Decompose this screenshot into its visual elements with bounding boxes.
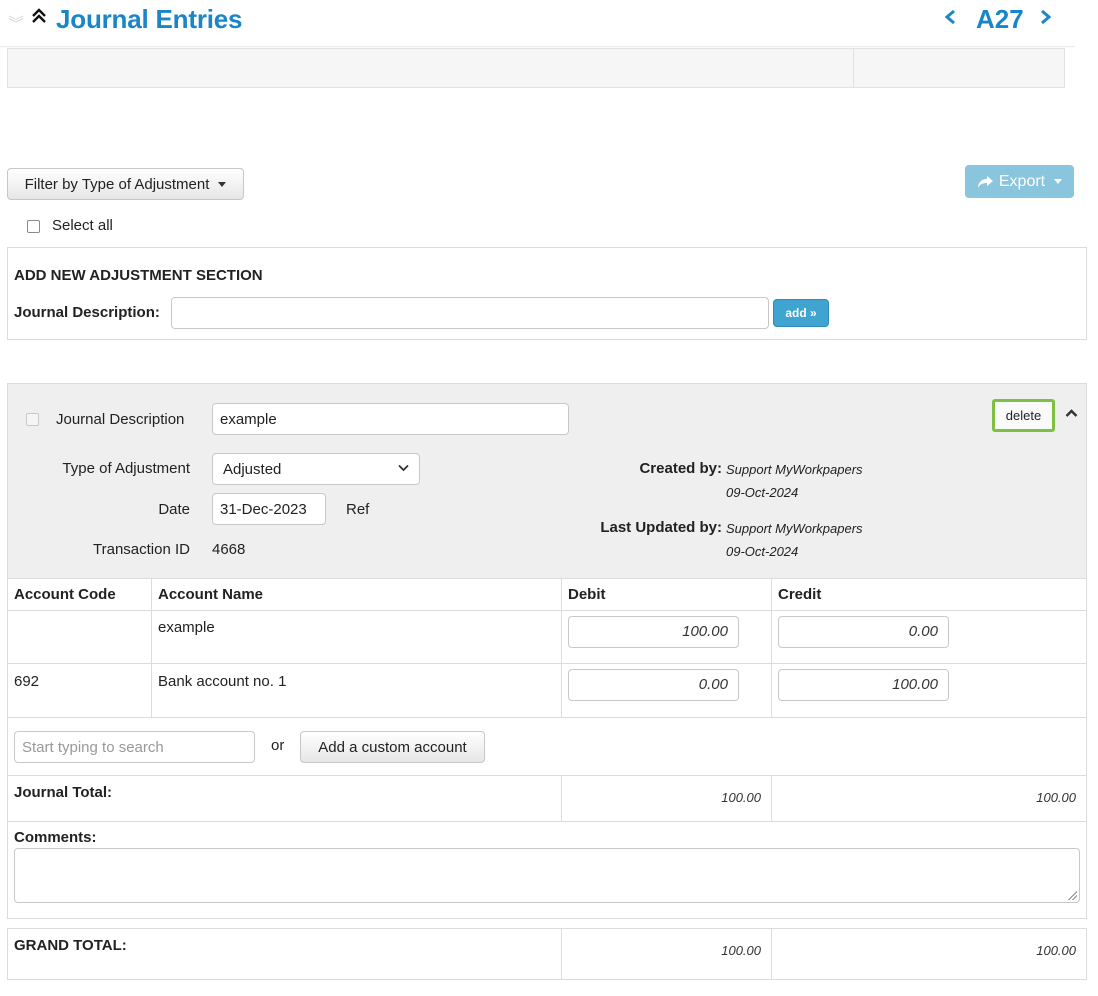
export-label: Export bbox=[998, 172, 1046, 190]
row-account-name: example bbox=[158, 619, 215, 636]
table-border bbox=[771, 929, 772, 979]
table-border bbox=[561, 775, 562, 821]
double-chevron-up-icon[interactable] bbox=[31, 6, 47, 29]
chevron-down-icon bbox=[398, 463, 409, 475]
grand-total-section bbox=[7, 928, 1087, 980]
type-of-adjustment-value: Adjusted bbox=[223, 460, 282, 478]
filter-type-label: Filter by Type of Adjustment bbox=[24, 175, 210, 193]
credit-input[interactable]: 0.00 bbox=[778, 616, 949, 648]
date-label: Date bbox=[158, 501, 190, 518]
add-custom-account-button[interactable]: Add a custom account bbox=[300, 731, 485, 763]
debit-input[interactable]: 100.00 bbox=[568, 616, 739, 648]
journal-description-label: Journal Description bbox=[56, 411, 185, 428]
table-border bbox=[771, 775, 772, 821]
or-label: or bbox=[271, 737, 285, 754]
row-account-code: 692 bbox=[14, 673, 40, 690]
column-header-account-code: Account Code bbox=[14, 586, 116, 603]
page-title: Journal Entries bbox=[56, 4, 243, 34]
add-section-heading: ADD NEW ADJUSTMENT SECTION bbox=[14, 267, 263, 284]
export-button[interactable]: Export bbox=[965, 165, 1074, 198]
journal-description-label: Journal Description: bbox=[14, 304, 160, 321]
comments-textarea[interactable] bbox=[14, 848, 1080, 903]
created-date: 09-Oct-2024 bbox=[726, 485, 799, 500]
transaction-id-label: Transaction ID bbox=[93, 541, 190, 558]
type-of-adjustment-select[interactable]: Adjusted bbox=[212, 453, 420, 485]
created-by-user: Support MyWorkpapers bbox=[726, 462, 863, 477]
chevron-left-icon[interactable] bbox=[944, 6, 956, 35]
share-icon bbox=[977, 175, 994, 189]
ref-label: Ref bbox=[346, 501, 370, 518]
journal-total-credit: 100.00 bbox=[1036, 790, 1076, 805]
account-search-input[interactable]: Start typing to search bbox=[14, 731, 255, 763]
last-updated-user: Support MyWorkpapers bbox=[726, 521, 863, 536]
column-header-credit: Credit bbox=[778, 586, 822, 603]
journal-total-label: Journal Total: bbox=[14, 784, 113, 801]
journal-select-checkbox[interactable] bbox=[26, 413, 39, 426]
table-border bbox=[561, 929, 562, 979]
filter-type-dropdown[interactable]: Filter by Type of Adjustment bbox=[7, 168, 244, 200]
type-of-adjustment-label: Type of Adjustment bbox=[62, 460, 190, 477]
add-button[interactable]: add » bbox=[773, 299, 829, 327]
select-all-label: Select all bbox=[52, 217, 113, 234]
table-border bbox=[8, 821, 1086, 822]
grand-total-label: GRAND TOTAL: bbox=[14, 937, 127, 954]
table-border bbox=[8, 775, 1086, 776]
new-journal-description-input[interactable] bbox=[171, 297, 769, 329]
info-panel bbox=[7, 48, 1065, 88]
table-border bbox=[8, 663, 1086, 664]
column-header-account-name: Account Name bbox=[158, 586, 264, 603]
journal-total-debit: 100.00 bbox=[721, 790, 761, 805]
created-by-label: Created by: bbox=[639, 460, 722, 477]
resize-handle-icon[interactable] bbox=[1067, 890, 1077, 900]
caret-down-icon bbox=[1054, 179, 1063, 184]
last-updated-by-label: Last Updated by: bbox=[600, 519, 722, 536]
table-border bbox=[771, 578, 772, 717]
grand-total-credit: 100.00 bbox=[1036, 943, 1076, 958]
debit-input[interactable]: 0.00 bbox=[568, 669, 739, 701]
table-border bbox=[561, 578, 562, 717]
chevron-up-icon[interactable] bbox=[1065, 405, 1078, 421]
comments-label: Comments: bbox=[14, 829, 97, 846]
workpaper-code: A27 bbox=[976, 4, 1024, 34]
transaction-id-value: 4668 bbox=[212, 541, 246, 558]
table-border bbox=[151, 578, 152, 717]
table-border bbox=[8, 610, 1086, 611]
date-input[interactable]: 31-Dec-2023 bbox=[212, 493, 326, 525]
delete-button[interactable]: delete bbox=[992, 399, 1055, 432]
double-chevron-down-icon[interactable]: ︾ bbox=[8, 10, 24, 34]
credit-input[interactable]: 100.00 bbox=[778, 669, 949, 701]
grand-total-debit: 100.00 bbox=[721, 943, 761, 958]
caret-down-icon bbox=[218, 181, 227, 187]
table-border bbox=[8, 717, 1086, 718]
info-panel-divider bbox=[853, 48, 854, 88]
column-header-debit: Debit bbox=[568, 586, 606, 603]
journal-description-input[interactable]: example bbox=[212, 403, 569, 435]
table-border bbox=[8, 578, 1086, 579]
select-all-checkbox[interactable] bbox=[27, 220, 40, 233]
chevron-right-icon[interactable] bbox=[1040, 6, 1052, 35]
row-account-name: Bank account no. 1 bbox=[158, 673, 287, 690]
last-updated-date: 09-Oct-2024 bbox=[726, 544, 799, 559]
